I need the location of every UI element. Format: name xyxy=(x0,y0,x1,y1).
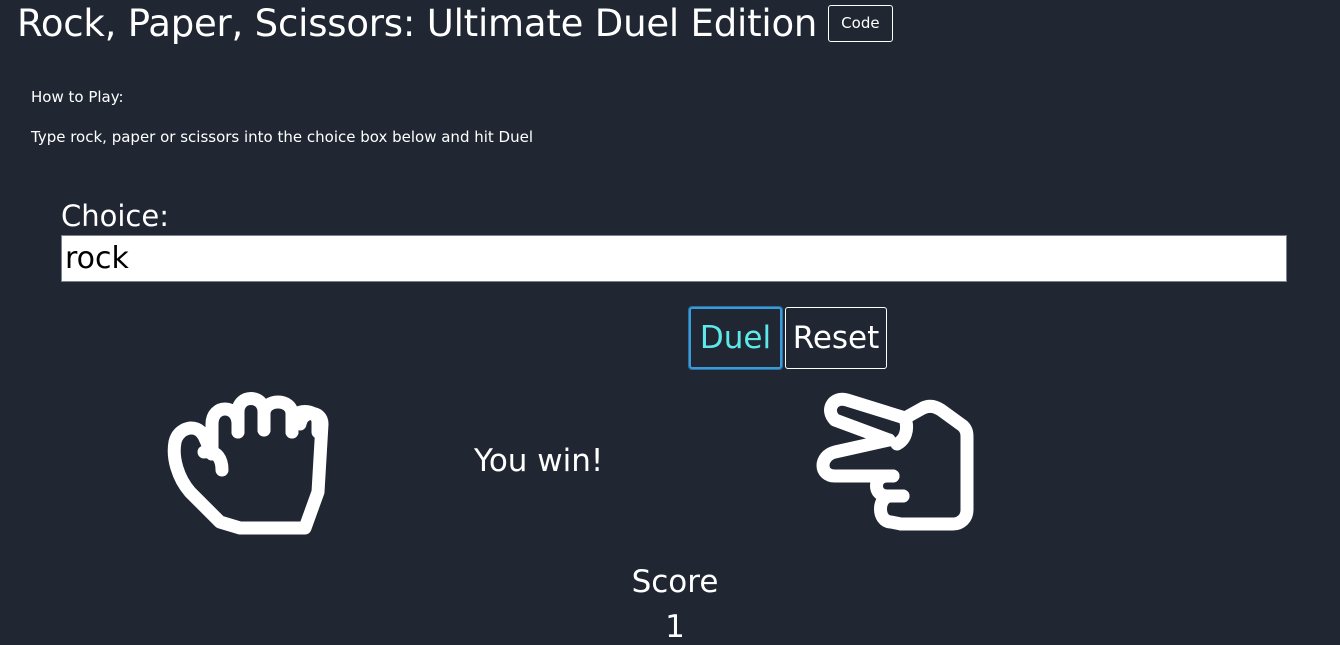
choice-label: Choice: xyxy=(61,199,169,233)
score-label: Score xyxy=(631,564,719,600)
header: Rock, Paper, Scissors: Ultimate Duel Edi… xyxy=(17,0,893,46)
player-hand xyxy=(160,392,340,542)
how-to-play-text: Type rock, paper or scissors into the ch… xyxy=(31,128,534,146)
reset-button[interactable]: Reset xyxy=(785,307,887,369)
how-to-play-heading: How to Play: xyxy=(31,88,124,106)
computer-hand xyxy=(805,390,985,540)
page-title: Rock, Paper, Scissors: Ultimate Duel Edi… xyxy=(17,1,818,45)
hand-scissors-icon xyxy=(816,392,974,531)
duel-button[interactable]: Duel xyxy=(689,307,782,369)
hand-rock-icon xyxy=(167,392,329,535)
code-button[interactable]: Code xyxy=(828,4,893,42)
choice-input[interactable] xyxy=(61,235,1287,282)
result-message: You win! xyxy=(474,443,604,479)
score-value: 1 xyxy=(665,609,685,645)
